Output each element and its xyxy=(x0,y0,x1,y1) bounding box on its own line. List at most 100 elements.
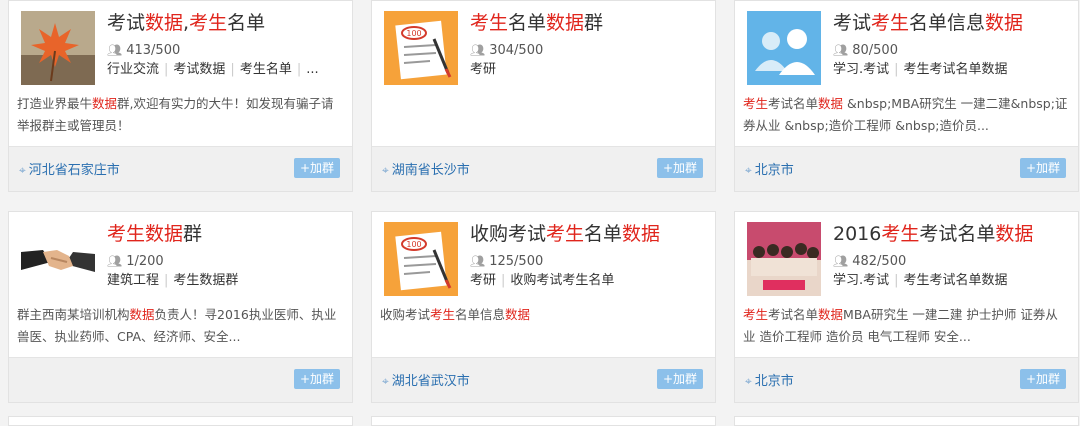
group-card[interactable]: 2016考生考试名单数据 👥︎ 482/500 学习.考试 | 考生考试名单数据 考生考试名… xyxy=(734,211,1079,403)
people-icon: 👥︎ xyxy=(833,254,849,268)
group-title[interactable]: 2016考生考试名单数据 xyxy=(833,220,1070,248)
text-run: 群主西南某培训机构 xyxy=(17,307,130,322)
group-title[interactable]: 考试考生名单信息数据 xyxy=(833,9,1070,37)
tag-separator: | xyxy=(894,273,899,288)
keyword-highlight: 数据 xyxy=(145,12,184,34)
group-description xyxy=(380,93,707,137)
group-card[interactable]: 考试数据,考生名单 👥︎ 413/500 行业交流 | 考试数据 | 考生名单 |... 打造业界… xyxy=(8,0,353,192)
group-tag[interactable]: ... xyxy=(306,62,318,77)
group-tag[interactable]: 学习.考试 xyxy=(833,273,889,288)
group-title[interactable]: 收购考试考生名单数据 xyxy=(470,220,707,248)
location-text: 湖南省长沙市 xyxy=(391,163,470,178)
keyword-highlight: 考生 xyxy=(871,12,910,34)
exam-paper-icon[interactable]: 100 xyxy=(384,222,458,296)
text-run: 考试名单 xyxy=(768,96,819,111)
group-tag[interactable]: 考试数据 xyxy=(173,62,225,77)
member-count-value: 1/200 xyxy=(126,254,164,269)
card-footer: ⌖ 北京市 +加群 xyxy=(735,146,1078,191)
group-title[interactable]: 考生数据群 xyxy=(107,220,344,248)
group-tag[interactable]: 行业交流 xyxy=(107,62,159,77)
location-link[interactable]: ⌖ 湖南省长沙市 xyxy=(382,159,470,178)
group-photo[interactable] xyxy=(747,222,821,296)
text-run: 群 xyxy=(584,12,604,34)
group-tags: 考研 | 收购考试考生名单 xyxy=(470,272,707,290)
location-link[interactable]: ⌖ 北京市 xyxy=(745,370,794,389)
location-text: 北京市 xyxy=(754,163,794,178)
member-count: 👥︎ 1/200 xyxy=(107,252,164,271)
group-tag[interactable]: 考生考试名单数据 xyxy=(904,273,1008,288)
default-group-avatar[interactable] xyxy=(747,11,821,85)
location-text: 北京市 xyxy=(754,374,794,389)
join-group-button[interactable]: +加群 xyxy=(1020,158,1066,178)
keyword-highlight: 考生 xyxy=(189,12,228,34)
group-description: 考生考试名单数据MBA研究生 一建二建 护士护师 证券从业 造价工程师 造价员 … xyxy=(743,304,1070,348)
group-card[interactable]: 100 考生名单数据群 👥︎ 304/500 考研 ⌖ 湖南省长沙市 +加群 xyxy=(371,0,716,192)
tag-separator: | xyxy=(894,62,899,77)
join-group-button[interactable]: +加群 xyxy=(294,369,340,389)
group-tag[interactable]: 学习.考试 xyxy=(833,62,889,77)
tag-separator: | xyxy=(296,62,302,77)
maple-leaf-photo[interactable] xyxy=(21,11,95,85)
text-run: 考试 xyxy=(107,12,146,34)
group-card[interactable]: 考试考生名单信息数据 👥︎ 80/500 学习.考试 | 考生考试名单数据 考生考试名单数据… xyxy=(734,0,1079,192)
join-group-button[interactable]: +加群 xyxy=(657,158,703,178)
people-icon: 👥︎ xyxy=(107,254,123,268)
card-footer: ⌖ 河北省石家庄市 +加群 xyxy=(9,146,352,191)
group-tag[interactable]: 收购考试考生名单 xyxy=(510,273,614,288)
location-link[interactable]: ⌖ 湖北省武汉市 xyxy=(382,370,470,389)
group-tags: 考研 xyxy=(470,61,707,79)
location-link[interactable]: ⌖ 北京市 xyxy=(745,159,794,178)
card-footer: ⌖ 湖北省武汉市 +加群 xyxy=(372,357,715,402)
text-run: 名单信息 xyxy=(909,12,986,34)
keyword-highlight: 考生 xyxy=(470,12,509,34)
group-description: 收购考试考生名单信息数据 xyxy=(380,304,707,348)
member-count: 👥︎ 304/500 xyxy=(470,41,543,60)
svg-text:100: 100 xyxy=(406,29,421,38)
member-count: 👥︎ 413/500 xyxy=(107,41,180,60)
keyword-highlight: 数据 xyxy=(818,96,844,111)
people-icon: 👥︎ xyxy=(833,43,849,57)
tag-separator: | xyxy=(164,62,169,77)
location-link[interactable]: ⌖ 河北省石家庄市 xyxy=(19,159,120,178)
group-description: 打造业界最牛数据群,欢迎有实力的大牛！如发现有骗子请举报群主或管理员！ xyxy=(17,93,344,137)
member-count-value: 304/500 xyxy=(489,43,544,58)
people-icon: 👥︎ xyxy=(107,43,123,57)
join-group-button[interactable]: +加群 xyxy=(1020,369,1066,389)
keyword-highlight: 数据 xyxy=(818,307,844,322)
member-count-value: 125/500 xyxy=(489,254,544,269)
join-group-button[interactable]: +加群 xyxy=(657,369,703,389)
group-title[interactable]: 考生名单数据群 xyxy=(470,9,707,37)
group-tag[interactable]: 考生名单 xyxy=(240,62,292,77)
text-run: 考试 xyxy=(833,12,872,34)
keyword-highlight: 数据 xyxy=(995,223,1034,245)
group-tag[interactable]: 考研 xyxy=(470,62,496,77)
group-tag[interactable]: 考生数据群 xyxy=(173,273,238,288)
group-tag[interactable]: 考生考试名单数据 xyxy=(904,62,1008,77)
join-group-button[interactable]: +加群 xyxy=(294,158,340,178)
location-pin-icon: ⌖ xyxy=(19,163,26,177)
next-row-card-partial xyxy=(371,416,716,426)
group-card[interactable]: 100 收购考试考生名单数据 👥︎ 125/500 考研 | 收购考试考生名单 收购考试考生名… xyxy=(371,211,716,403)
group-title[interactable]: 考试数据,考生名单 xyxy=(107,9,344,37)
text-run: 名单 xyxy=(227,12,266,34)
group-tags: 学习.考试 | 考生考试名单数据 xyxy=(833,61,1070,79)
location-pin-icon: ⌖ xyxy=(382,374,389,388)
keyword-highlight: 数据 xyxy=(622,223,661,245)
text-run: 2016 xyxy=(833,223,882,245)
keyword-highlight: 考生 xyxy=(743,307,769,322)
group-tags: 学习.考试 | 考生考试名单数据 xyxy=(833,272,1070,290)
keyword-highlight: 数据 xyxy=(985,12,1024,34)
text-run: 收购考试 xyxy=(470,223,547,245)
handshake-photo[interactable] xyxy=(21,222,95,296)
next-row-card-partial xyxy=(734,416,1079,426)
group-tag[interactable]: 考研 xyxy=(470,273,496,288)
text-run: 考试名单 xyxy=(768,307,819,322)
group-card[interactable]: 考生数据群 👥︎ 1/200 建筑工程 | 考生数据群 群主西南某培训机构数据负责人！寻20… xyxy=(8,211,353,403)
location-pin-icon: ⌖ xyxy=(382,163,389,177)
people-icon: 👥︎ xyxy=(470,254,486,268)
group-description: 群主西南某培训机构数据负责人！寻2016执业医师、执业兽医、执业药师、CPA、经… xyxy=(17,304,344,348)
member-count-value: 482/500 xyxy=(852,254,907,269)
exam-paper-icon[interactable]: 100 xyxy=(384,11,458,85)
group-tag[interactable]: 建筑工程 xyxy=(107,273,159,288)
member-count: 👥︎ 125/500 xyxy=(470,252,543,271)
